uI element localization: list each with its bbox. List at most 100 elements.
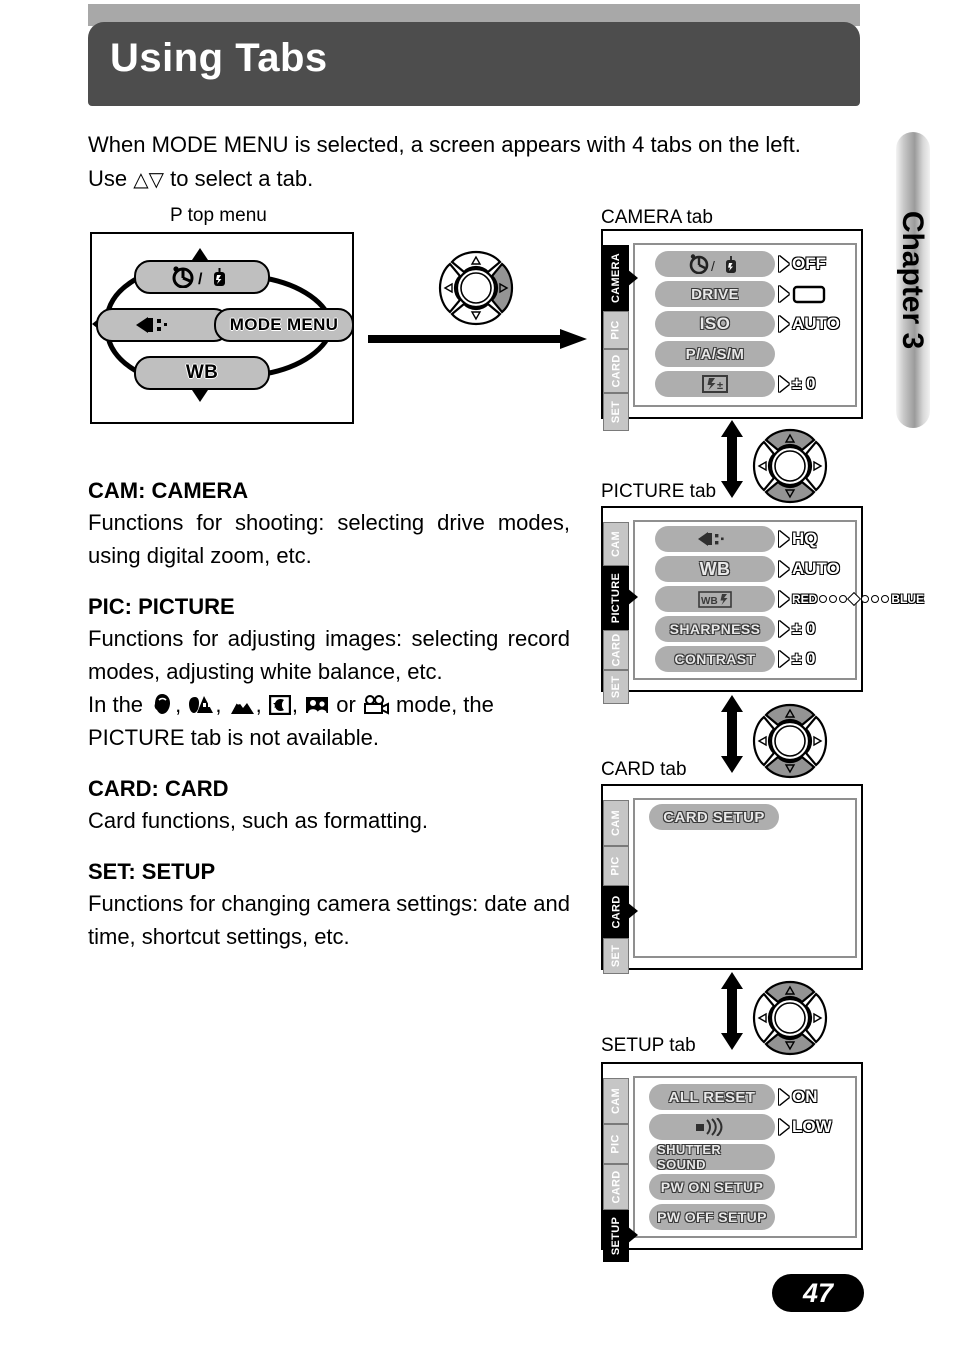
arrow-pad-right[interactable]	[438, 250, 514, 326]
screen-tab-cam-label: CAM	[610, 531, 623, 557]
top-menu-mode-menu-label: MODE MENU	[229, 315, 339, 334]
setup-tab-caption: SETUP tab	[601, 1035, 696, 1056]
section-card: CARD: CARD Card functions, such as forma…	[88, 776, 570, 837]
setup-row-allreset[interactable]: ALL RESET ON	[649, 1084, 818, 1110]
down-triangle-icon: ▽	[148, 169, 165, 191]
card-row-cardsetup-label: CARD SETUP	[663, 808, 765, 826]
picture-row-wbadjust-label: WB	[655, 586, 775, 612]
screen-tab-cam[interactable]: CAM	[603, 1078, 629, 1124]
p-top-menu-figure: / MODE MENU WB	[90, 232, 354, 424]
picture-row-sharpness-label-wrap: SHARPNESS	[655, 616, 775, 642]
camera-row-drive[interactable]: DRIVE	[655, 281, 826, 307]
flow-arrow-down-3	[718, 972, 746, 1050]
picture-row-recordmode-label	[655, 526, 775, 552]
wb-adjust-icon: WB	[698, 590, 732, 608]
picture-row-wbadjust[interactable]: WB RED BLUE	[655, 586, 924, 612]
screen-tab-cam-label: CAM	[610, 1088, 623, 1114]
camera-row-flash-comp[interactable]: ± ± 0	[655, 371, 816, 397]
wb-slider-dot	[881, 595, 890, 603]
section-card-heading: CARD: CARD	[88, 776, 229, 801]
picture-row-wb[interactable]: WB AUTO	[655, 556, 840, 582]
intro-line-2-post: to select a tab.	[170, 166, 314, 191]
portrait-icon	[150, 693, 174, 715]
setup-row-pwonsetup[interactable]: PW ON SETUP	[649, 1174, 775, 1200]
screen-tab-card[interactable]: CARD	[603, 1164, 629, 1210]
camera-row-iso-label-wrap: ISO	[655, 311, 775, 337]
setup-row-allreset-value-wrap: ON	[779, 1087, 818, 1107]
arrow-pad-updown-2[interactable]	[752, 703, 828, 779]
top-menu-wb-label: WB	[185, 362, 219, 383]
screen-tab-pic-label: PIC	[610, 320, 622, 340]
screen-tab-pic[interactable]: PIC	[603, 311, 629, 349]
intro-line-1: When MODE MENU is selected, a screen app…	[88, 132, 801, 157]
arrow-pad-updown-1[interactable]	[752, 428, 828, 504]
value-pointer-icon	[779, 1089, 789, 1105]
setup-tab-screen: CAM PIC CARD SETUP ALL RESET ON LOW SHUT…	[601, 1062, 863, 1262]
setup-row-pwonsetup-label: PW ON SETUP	[660, 1179, 764, 1195]
page-number: 47	[802, 1277, 834, 1308]
screen-tab-cam[interactable]: CAM	[603, 800, 629, 846]
screen-tab-camera[interactable]: CAMERA	[603, 245, 629, 311]
picture-row-sharpness-value: ± 0	[792, 619, 816, 638]
setup-row-allreset-label: ALL RESET	[668, 1088, 756, 1106]
picture-row-recordmode[interactable]: HQ	[655, 526, 818, 552]
value-pointer-icon	[779, 1119, 789, 1135]
screen-tab-cam[interactable]: CAM	[603, 522, 629, 566]
setup-row-pwoffsetup-label: PW OFF SETUP	[657, 1209, 767, 1225]
screen-tab-set-label: SET	[609, 400, 622, 424]
picture-row-sharpness[interactable]: SHARPNESS ± 0	[655, 616, 816, 642]
camera-tab-screen: CAMERA PIC CARD SET / OFF DRIVE ISO AUTO…	[601, 229, 863, 431]
screen-tab-pic[interactable]: PIC	[603, 846, 629, 886]
value-pointer-icon	[779, 621, 789, 637]
screen-tab-picture[interactable]: PICTURE	[603, 566, 629, 630]
wb-slider-dot	[871, 595, 880, 603]
body-text-column: CAM: CAMERA Functions for shooting: sele…	[88, 478, 570, 975]
camera-row-drive-value-wrap	[779, 284, 826, 304]
screen-tab-pic-label: PIC	[610, 1134, 622, 1154]
section-setup: SET: SETUP Functions for changing camera…	[88, 859, 570, 953]
wb-slider-dot	[829, 595, 838, 603]
value-pointer-icon	[779, 651, 789, 667]
setup-row-pwoffsetup[interactable]: PW OFF SETUP	[649, 1204, 775, 1230]
camera-row-selftimer[interactable]: / OFF	[655, 251, 826, 277]
screen-tab-set[interactable]: SET	[603, 393, 629, 431]
picture-row-contrast-value: ± 0	[792, 649, 816, 668]
top-menu-mode-menu-pill[interactable]: MODE MENU	[214, 308, 354, 342]
top-menu-wb-pill[interactable]: WB	[134, 356, 270, 390]
top-menu-selftimer-flash-pill[interactable]: /	[134, 260, 270, 294]
picture-row-recordmode-value-wrap: HQ	[779, 529, 818, 549]
picture-row-contrast[interactable]: CONTRAST ± 0	[655, 646, 816, 672]
section-picture-body2: In the , , , , or mode, the PICTURE tab …	[88, 692, 494, 750]
selftimer-flash-icon: /	[689, 254, 736, 274]
screen-tab-camera-label: CAMERA	[610, 252, 623, 304]
screen-tab-setup[interactable]: SETUP	[603, 1210, 629, 1262]
card-row-cardsetup[interactable]: CARD SETUP	[649, 804, 779, 830]
record-mode-icon	[136, 317, 167, 333]
camera-row-pasm[interactable]: P/A/S/M	[655, 341, 775, 367]
svg-text:±: ±	[717, 380, 723, 392]
screen-tab-set[interactable]: SET	[603, 670, 629, 704]
section-camera-body: Functions for shooting: selecting drive …	[88, 510, 570, 568]
wb-slider-dot	[861, 595, 870, 603]
section-card-body: Card functions, such as formatting.	[88, 808, 428, 833]
wb-red-blue-slider[interactable]: RED BLUE	[792, 591, 924, 607]
camera-row-iso-label: ISO	[699, 314, 731, 333]
screen-tab-card[interactable]: CARD	[603, 630, 629, 670]
section-camera-heading: CAM: CAMERA	[88, 478, 249, 503]
screen-tab-picture-label: PICTURE	[610, 572, 623, 624]
value-pointer-icon	[779, 316, 789, 332]
screen-tab-set[interactable]: SET	[603, 938, 629, 974]
screen-tab-pic[interactable]: PIC	[603, 1124, 629, 1164]
top-menu-quality-pill[interactable]	[96, 308, 230, 342]
setup-row-shuttersound[interactable]: SHUTTER SOUND	[649, 1142, 775, 1172]
screen-tab-card-label: CARD	[610, 354, 623, 388]
setup-row-beep[interactable]: LOW	[649, 1114, 832, 1140]
screen-tab-card[interactable]: CARD	[603, 886, 629, 938]
flow-arrow-right	[368, 327, 588, 351]
camera-row-iso[interactable]: ISO AUTO	[655, 311, 840, 337]
screen-tab-card-label: CARD	[610, 895, 623, 929]
arrow-pad-updown-3[interactable]	[752, 980, 828, 1056]
value-pointer-icon	[779, 531, 789, 547]
card-row-cardsetup-label-wrap: CARD SETUP	[649, 804, 779, 830]
screen-tab-card[interactable]: CARD	[603, 349, 629, 393]
